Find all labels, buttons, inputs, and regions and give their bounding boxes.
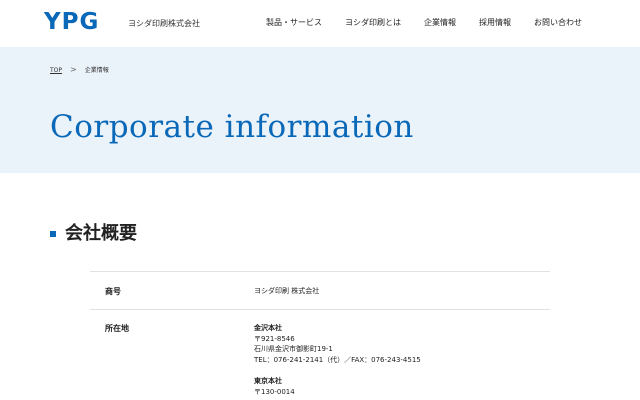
office-tokyo: 東京本社 〒130-0014 (254, 376, 295, 397)
breadcrumb-separator: > (70, 65, 77, 74)
breadcrumb: TOP > 企業情報 (50, 66, 109, 75)
office-postal-code: 〒921-8546 (254, 334, 295, 343)
page-hero: TOP > 企業情報 Corporate information (0, 47, 640, 173)
breadcrumb-current: 企業情報 (84, 67, 109, 74)
office-phone-fax: TEL：076-241-2141（代）／FAX：076-243-4515 (254, 355, 421, 364)
site-logo[interactable]: YPG (44, 9, 99, 35)
office-name: 金沢本社 (254, 324, 282, 332)
table-divider (90, 309, 550, 310)
main-nav: 製品・サービス ヨシダ印刷とは 企業情報 採用情報 お問い合わせ (243, 17, 582, 29)
office-address: 石川県金沢市御影町19-1 (254, 345, 333, 353)
nav-products-services[interactable]: 製品・サービス (266, 17, 322, 29)
table-divider (90, 271, 550, 272)
section-heading: 会社概要 (50, 222, 137, 246)
company-name[interactable]: ヨシダ印刷株式会社 (128, 18, 200, 30)
nav-contact[interactable]: お問い合わせ (534, 17, 582, 29)
nav-recruit[interactable]: 採用情報 (479, 17, 511, 29)
row-label-trade-name: 商号 (105, 287, 121, 296)
row-value-trade-name: ヨシダ印刷 株式会社 (254, 287, 320, 295)
section-title: 会社概要 (65, 223, 137, 244)
page-title: Corporate information (50, 109, 414, 145)
row-label-address: 所在地 (105, 324, 129, 333)
nav-about[interactable]: ヨシダ印刷とは (345, 17, 401, 29)
site-header: YPG ヨシダ印刷株式会社 製品・サービス ヨシダ印刷とは 企業情報 採用情報 … (0, 0, 640, 47)
breadcrumb-home-link[interactable]: TOP (50, 67, 62, 74)
nav-corporate-info[interactable]: 企業情報 (424, 17, 456, 29)
office-kanazawa: 金沢本社 〒921-8546 石川県金沢市御影町19-1 TEL：076-241… (254, 323, 421, 365)
office-name: 東京本社 (254, 377, 282, 385)
office-postal-code: 〒130-0014 (254, 387, 295, 396)
section-marker-icon (50, 231, 56, 237)
